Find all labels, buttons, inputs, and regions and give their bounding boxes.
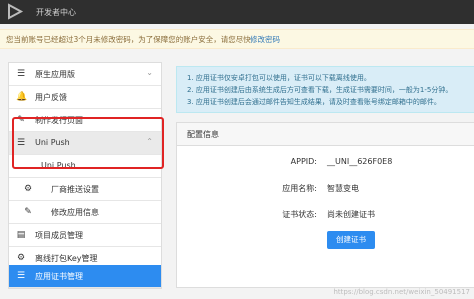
password-notice: 您当前账号已经超过3个月未修改密码，为了保障您的账户安全，请您尽快 修改密码 — [0, 29, 474, 49]
sidebar-item-native-app[interactable]: ☰ 原生应用版 ⌄ — [9, 63, 161, 86]
info-line-1: 1. 应用证书仅安卓打包可以使用，证书可以下载离线使用。 — [187, 74, 371, 82]
cert-status-label: 证书状态: — [282, 210, 317, 219]
cert-status-value: 尚未创建证书 — [327, 210, 375, 219]
gear-icon: ⚙ — [16, 253, 26, 263]
top-bar: 开发者中心 — [0, 0, 474, 24]
info-line-3: 3. 应用证书创建后会通过邮件告知生成结果，请及时查看账号绑定邮箱中的邮件。 — [187, 98, 441, 106]
sidebar-item-edit-app[interactable]: ✎ 修改应用信息 — [9, 201, 161, 224]
sidebar-item-members[interactable]: ▤ 项目成员管理 — [9, 224, 161, 247]
sidebar-item-label: 离线打包Key管理 — [35, 254, 98, 263]
dcloud-logo[interactable] — [6, 3, 24, 20]
cert-status-row: 证书状态: 尚未创建证书 — [177, 209, 474, 223]
bell-icon: 🔔 — [16, 92, 28, 102]
appid-value: __UNI__626F0E8 — [327, 157, 393, 166]
sidebar-item-label: 用户反馈 — [35, 93, 67, 102]
highlight-box — [12, 117, 164, 169]
appname-row: 应用名称: 智慧变电 — [177, 183, 474, 197]
create-cert-button[interactable]: 创建证书 — [327, 231, 375, 249]
appid-label: APPID: — [290, 157, 317, 166]
sidebar-item-label: 应用证书管理 — [35, 272, 83, 281]
change-password-link[interactable]: 修改密码 — [250, 34, 280, 45]
sidebar-item-label: 厂商推送设置 — [51, 185, 99, 194]
sidebar-item-label: 原生应用版 — [35, 70, 75, 79]
panel-header: 配置信息 — [177, 123, 474, 146]
chevron-down-icon: ⌄ — [146, 68, 153, 77]
sidebar-item-vendor-push[interactable]: ⚙ 厂商推送设置 — [9, 178, 161, 201]
sidebar-item-label: 修改应用信息 — [51, 208, 99, 217]
info-line-2: 2. 应用证书创建后由系统生成后方可查看下载，生成证书需要时间，一般为1-5分钟… — [187, 86, 453, 94]
sidebar-item-label: 项目成员管理 — [35, 231, 83, 240]
appname-value: 智慧变电 — [327, 184, 359, 193]
edit-icon: ✎ — [24, 207, 32, 217]
sidebar-item-feedback[interactable]: 🔔 用户反馈 — [9, 86, 161, 109]
info-alert: 1. 应用证书仅安卓打包可以使用，证书可以下载离线使用。 2. 应用证书创建后由… — [176, 66, 474, 113]
page-title: 开发者中心 — [36, 8, 76, 17]
config-panel: 配置信息 APPID: __UNI__626F0E8 应用名称: 智慧变电 证书… — [176, 122, 474, 288]
notice-text: 您当前账号已经超过3个月未修改密码，为了保障您的账户安全，请您尽快 — [6, 35, 251, 44]
appname-label: 应用名称: — [282, 184, 317, 193]
panel-title: 配置信息 — [187, 130, 219, 139]
sidebar-item-app-cert[interactable]: ☰ 应用证书管理 — [9, 265, 161, 288]
sidebar: ☰ 原生应用版 ⌄ 🔔 用户反馈 ✎ 制作发行页面 ☰ Uni Push ⌃ U… — [8, 62, 162, 289]
list-icon: ☰ — [16, 271, 26, 281]
gear-icon: ⚙ — [23, 184, 33, 194]
appid-row: APPID: __UNI__626F0E8 — [177, 157, 474, 171]
list-icon: ☰ — [16, 69, 26, 79]
watermark: https://blog.csdn.net/weixin_50491517 — [333, 288, 470, 296]
clipboard-icon: ▤ — [16, 230, 26, 240]
